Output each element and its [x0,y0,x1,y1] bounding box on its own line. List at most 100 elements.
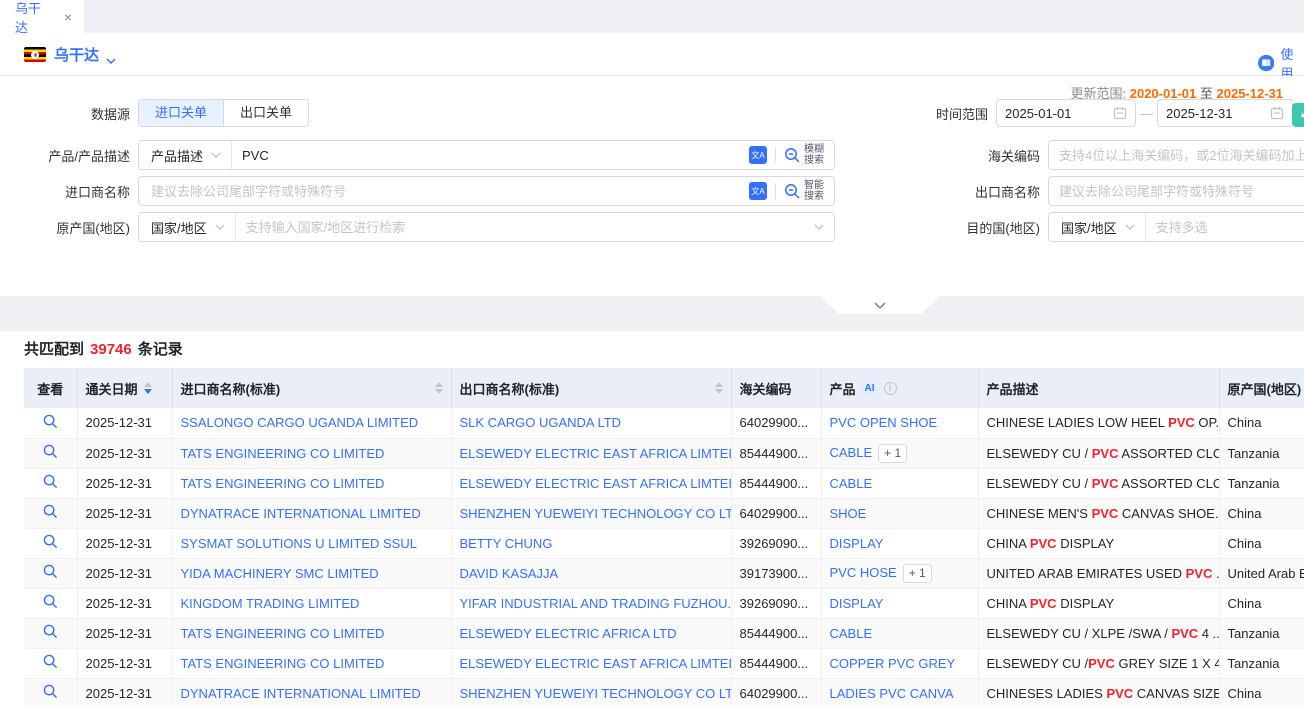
end-date-value[interactable] [1166,106,1264,121]
view-record-button[interactable] [43,474,58,489]
chevron-down-icon[interactable] [814,224,824,230]
hs-code-input[interactable] [1049,148,1304,163]
product-description: CHINA PVC DISPLAY [978,528,1219,558]
importer-link[interactable]: TATS ENGINEERING CO LIMITED [181,626,385,641]
exporter-link[interactable]: ELSEWEDY ELECTRIC EAST AFRICA LIMTED [460,476,732,491]
importer-link[interactable]: SYSMAT SOLUTIONS U LIMITED SSUL [181,536,417,551]
product-tag[interactable]: LADIES PVC CANVA [830,686,954,701]
exporter-link[interactable]: YIFAR INDUSTRIAL AND TRADING FUZHOU... [460,596,732,611]
exporter-link[interactable]: DAVID KASAJJA [460,566,559,581]
exporter-link[interactable]: ELSEWEDY ELECTRIC EAST AFRICA LIMTED [460,656,732,671]
product-tag[interactable]: CABLE [830,476,873,491]
more-products-badge[interactable]: + 1 [903,564,932,583]
chevron-down-icon[interactable] [106,52,116,67]
promo-corner-badge[interactable]: ¥ [1292,103,1304,127]
product-tag[interactable]: COPPER PVC GREY [830,656,956,671]
view-magnifier-icon [43,654,58,669]
translate-icon[interactable]: 文A [749,146,767,164]
origin-country: Tanzania [1219,618,1304,648]
view-magnifier-icon [43,474,58,489]
tab-close-icon[interactable]: × [64,10,72,24]
origin-country: China [1219,678,1304,707]
importer-link[interactable]: TATS ENGINEERING CO LIMITED [181,476,385,491]
info-icon[interactable]: i [884,382,897,395]
translate-icon[interactable]: 文A [749,182,767,200]
importer-name-input[interactable] [139,184,749,199]
time-range-label: 时间范围 [936,104,988,123]
collapse-filter-button[interactable] [820,296,940,314]
exporter-link[interactable]: BETTY CHUNG [460,536,553,551]
view-record-button[interactable] [43,684,58,699]
product-field-select[interactable]: 产品描述 [139,141,232,169]
exporter-link[interactable]: SHENZHEN YUEWEIYI TECHNOLOGY CO LTD [460,506,732,521]
end-date-input[interactable] [1157,99,1293,127]
view-record-button[interactable] [43,594,58,609]
product-tag[interactable]: CABLE [830,445,873,460]
search-icon [784,183,801,200]
smart-search-button[interactable]: 智能搜索 [784,180,824,202]
sort-exporter[interactable] [715,382,723,394]
view-record-button[interactable] [43,504,58,519]
start-date-input[interactable] [996,99,1136,127]
table-row: 2025-12-31KINGDOM TRADING LIMITEDYIFAR I… [24,588,1304,618]
importer-link[interactable]: TATS ENGINEERING CO LIMITED [181,446,385,461]
search-icon [784,147,801,164]
view-magnifier-icon [43,564,58,579]
fuzzy-search-button[interactable]: 模糊搜索 [784,144,824,166]
col-origin: 原产国(地区) [1219,368,1304,408]
exporter-link[interactable]: SHENZHEN YUEWEIYI TECHNOLOGY CO LTD [460,686,732,701]
product-tag[interactable]: DISPLAY [830,536,884,551]
clearance-date: 2025-12-31 [77,468,172,498]
origin-country-input[interactable] [236,220,814,235]
product-description: CHINESE MEN'S PVC CANVAS SHOE... [978,498,1219,528]
origin-country-select[interactable]: 国家/地区 [139,213,236,241]
record-count: 39746 [90,341,132,358]
origin-country: China [1219,588,1304,618]
dest-country-input[interactable] [1146,220,1304,235]
view-record-button[interactable] [43,624,58,639]
importer-link[interactable]: DYNATRACE INTERNATIONAL LIMITED [181,506,421,521]
table-header-row: 查看 通关日期 进口商名称(标准) [24,368,1304,408]
dest-country-select[interactable]: 国家/地区 [1049,213,1146,241]
product-search-input[interactable] [232,148,749,163]
origin-country: China [1219,498,1304,528]
product-tag[interactable]: DISPLAY [830,596,884,611]
view-record-button[interactable] [43,414,58,429]
tab-uganda[interactable]: 乌干达 × [0,0,84,33]
sort-clearance-date[interactable] [144,382,152,394]
exporter-name-input[interactable] [1049,184,1304,199]
product-tag[interactable]: CABLE [830,626,873,641]
sort-importer[interactable] [435,382,443,394]
product-tag[interactable]: SHOE [830,506,867,521]
product-tag[interactable]: PVC HOSE [830,565,897,580]
start-date-value[interactable] [1005,106,1107,121]
importer-link[interactable]: KINGDOM TRADING LIMITED [181,596,360,611]
exporter-link[interactable]: SLK CARGO UGANDA LTD [460,415,622,430]
hs-code-label: 海关编码 [934,146,1040,165]
tab-export-declarations[interactable]: 出口关单 [223,100,308,126]
clearance-date: 2025-12-31 [77,558,172,588]
product-tag[interactable]: PVC OPEN SHOE [830,415,938,430]
tab-import-declarations[interactable]: 进口关单 [139,100,223,126]
country-selector-label[interactable]: 乌干达 [54,44,99,65]
table-row: 2025-12-31DYNATRACE INTERNATIONAL LIMITE… [24,498,1304,528]
importer-link[interactable]: SSALONGO CARGO UGANDA LIMITED [181,415,419,430]
exporter-link[interactable]: ELSEWEDY ELECTRIC AFRICA LTD [460,626,677,641]
ai-badge: AI [862,382,878,395]
hs-code-value: 85444900... [731,468,821,498]
view-record-button[interactable] [43,564,58,579]
importer-link[interactable]: DYNATRACE INTERNATIONAL LIMITED [181,686,421,701]
more-products-badge[interactable]: + 1 [878,444,907,463]
importer-link[interactable]: TATS ENGINEERING CO LIMITED [181,656,385,671]
hs-code-value: 64029900... [731,498,821,528]
view-record-button[interactable] [43,534,58,549]
view-magnifier-icon [43,444,58,459]
product-description: CHINESES LADIES PVC CANVAS SIZE... [978,678,1219,707]
product-description: ELSEWEDY CU / PVC ASSORTED CLO... [978,438,1219,468]
col-view: 查看 [24,368,77,408]
exporter-link[interactable]: ELSEWEDY ELECTRIC EAST AFRICA LIMTED [460,446,732,461]
table-row: 2025-12-31SSALONGO CARGO UGANDA LIMITEDS… [24,408,1304,438]
view-record-button[interactable] [43,444,58,459]
view-record-button[interactable] [43,654,58,669]
importer-link[interactable]: YIDA MACHINERY SMC LIMITED [181,566,379,581]
